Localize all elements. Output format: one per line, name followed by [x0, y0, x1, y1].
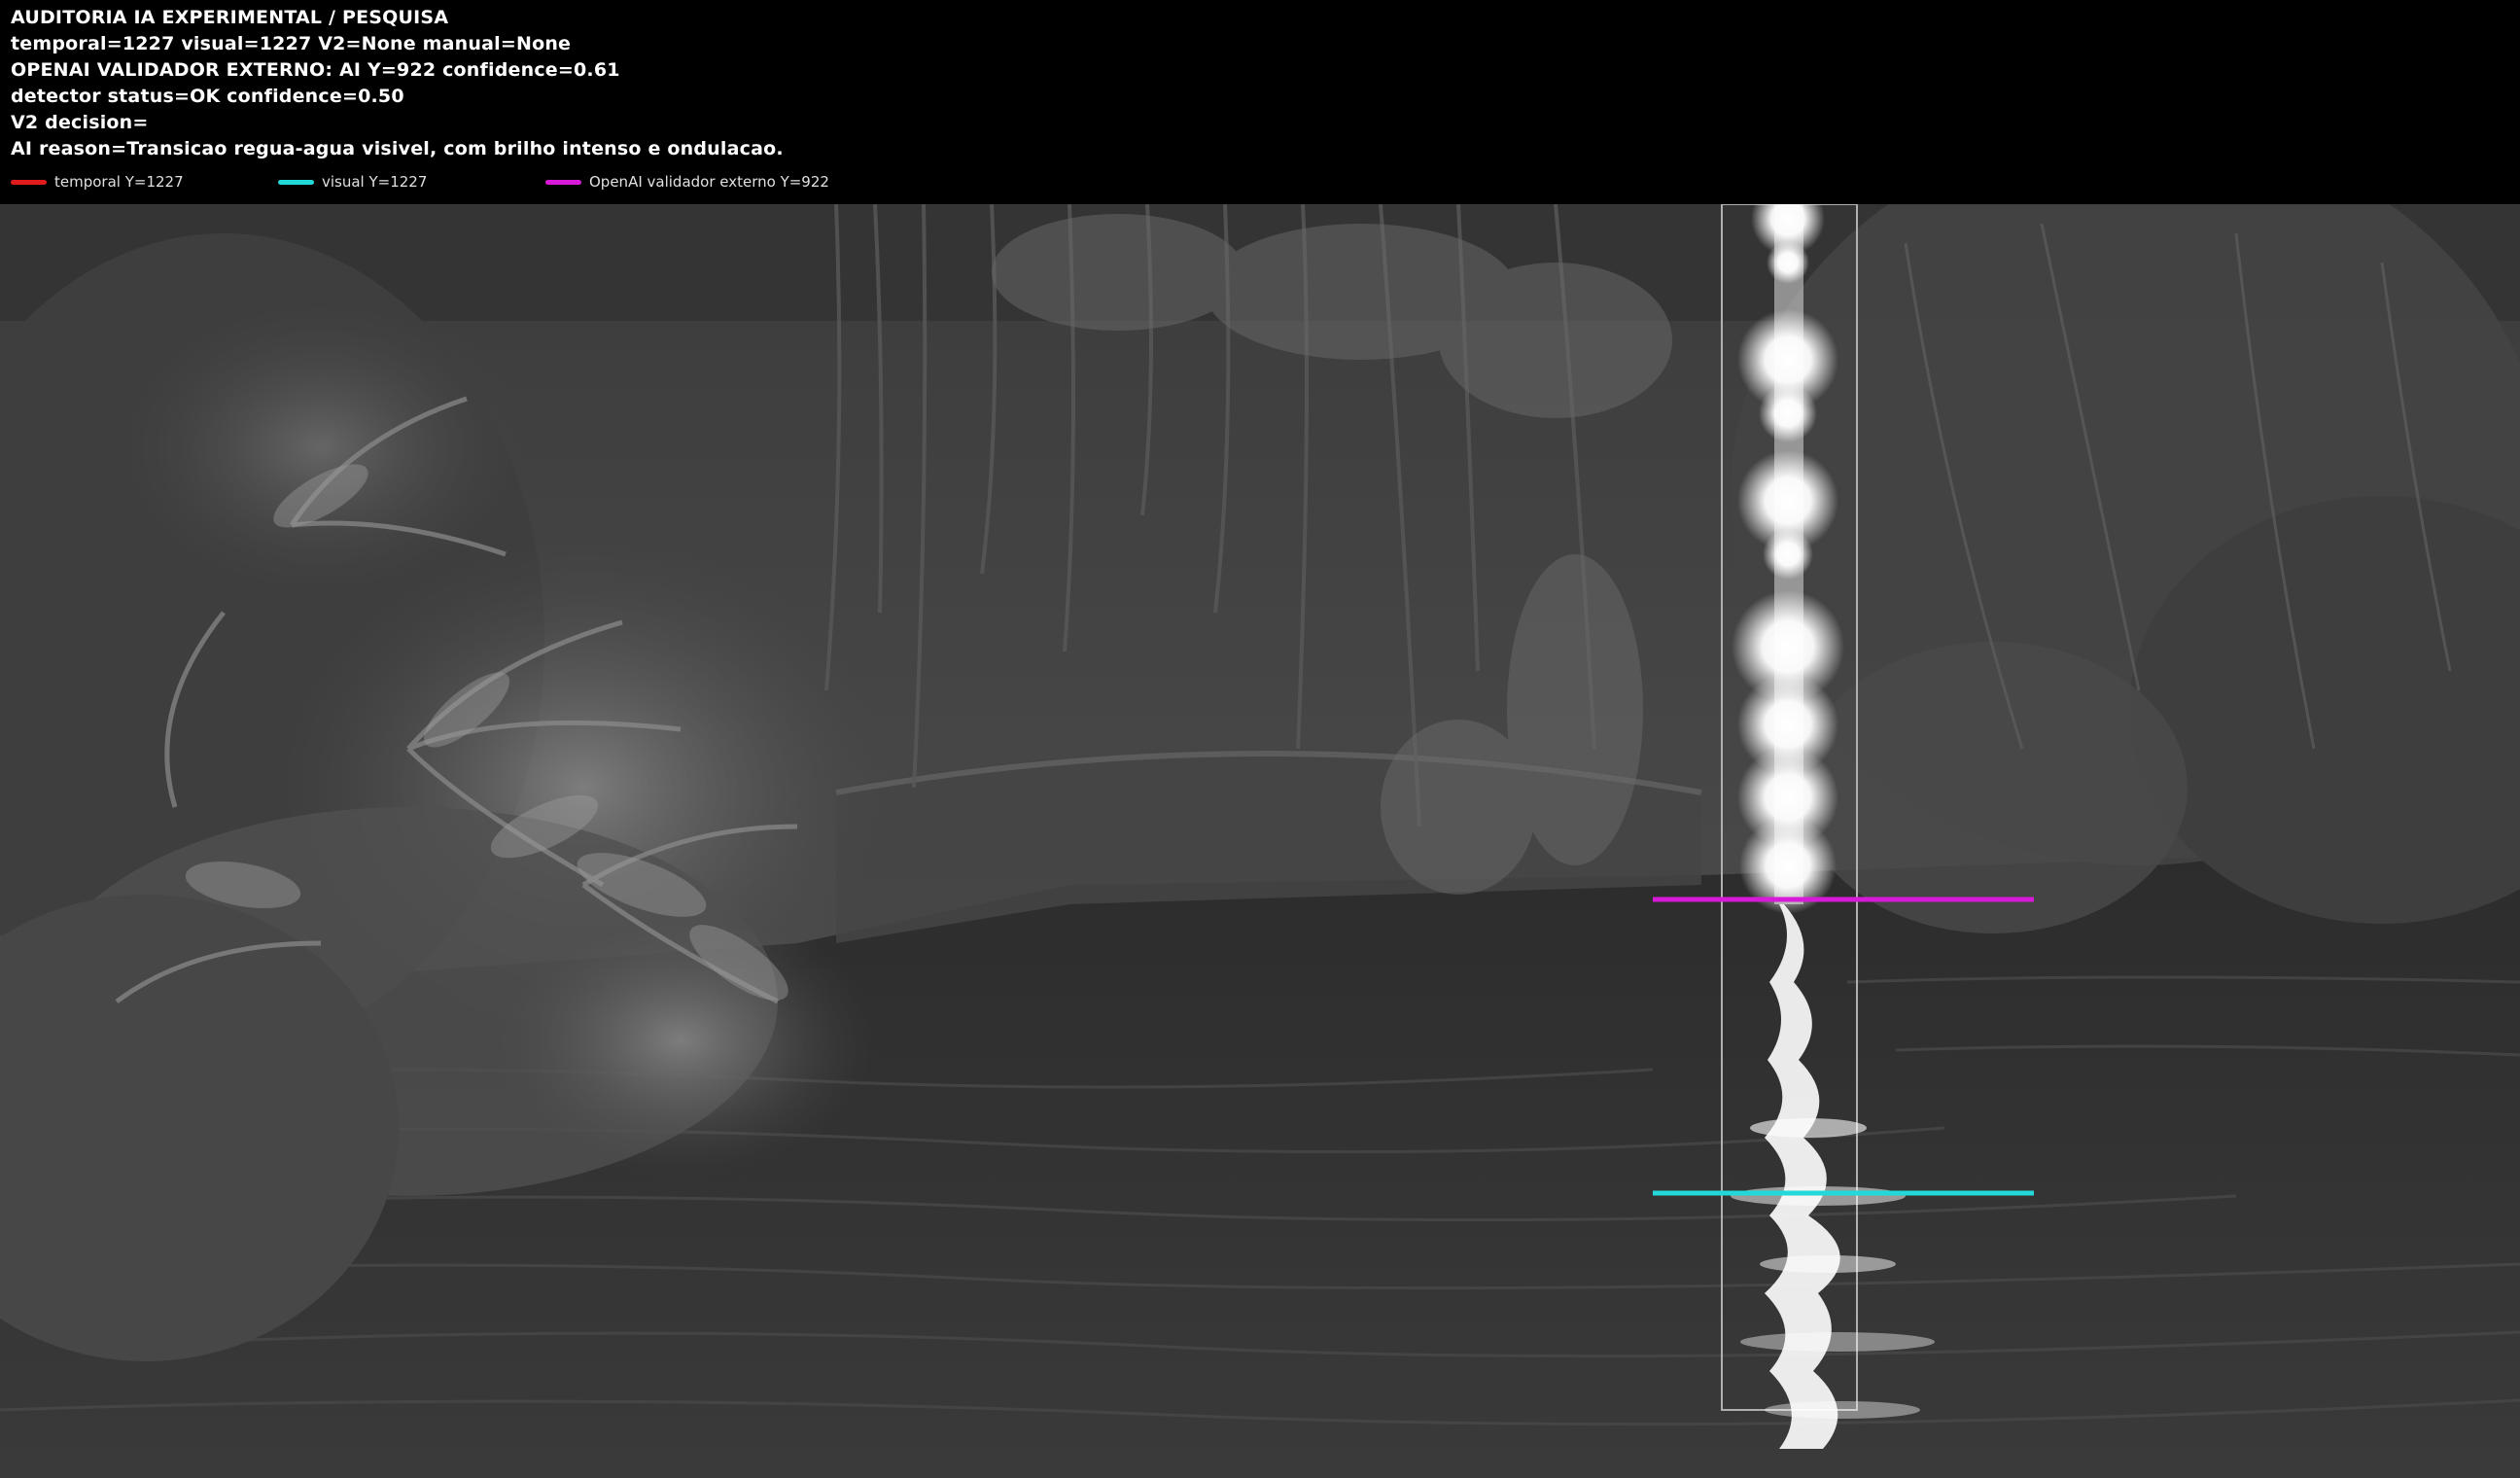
- ai-reason-line: AI reason=Transicao regua-agua visivel, …: [11, 138, 784, 159]
- legend-swatch-openai: [545, 179, 581, 185]
- audit-title: AUDITORIA IA EXPERIMENTAL / PESQUISA: [11, 7, 449, 28]
- legend-openai: OpenAI validador externo Y=922: [545, 172, 829, 192]
- detector-status-line: detector status=OK confidence=0.50: [11, 86, 404, 107]
- legend-label-temporal: temporal Y=1227: [54, 173, 184, 191]
- night-river-scene: [0, 204, 2520, 1478]
- right-vegetation: [1731, 204, 2520, 933]
- openai-validator-line: OPENAI VALIDADOR EXTERNO: AI Y=922 confi…: [11, 59, 620, 81]
- legend-label-visual: visual Y=1227: [322, 173, 428, 191]
- legend-visual: visual Y=1227: [278, 172, 427, 192]
- audit-screen: AUDITORIA IA EXPERIMENTAL / PESQUISA tem…: [0, 0, 2520, 1478]
- legend-temporal: temporal Y=1227: [11, 172, 184, 192]
- camera-frame: [0, 204, 2520, 1478]
- v2-decision-line: V2 decision=: [11, 112, 149, 133]
- legend-swatch-temporal: [11, 179, 47, 185]
- audit-header: AUDITORIA IA EXPERIMENTAL / PESQUISA tem…: [0, 0, 2520, 204]
- legend-label-openai: OpenAI validador externo Y=922: [589, 173, 829, 191]
- values-line: temporal=1227 visual=1227 V2=None manual…: [11, 33, 572, 54]
- legend-swatch-visual: [278, 179, 314, 185]
